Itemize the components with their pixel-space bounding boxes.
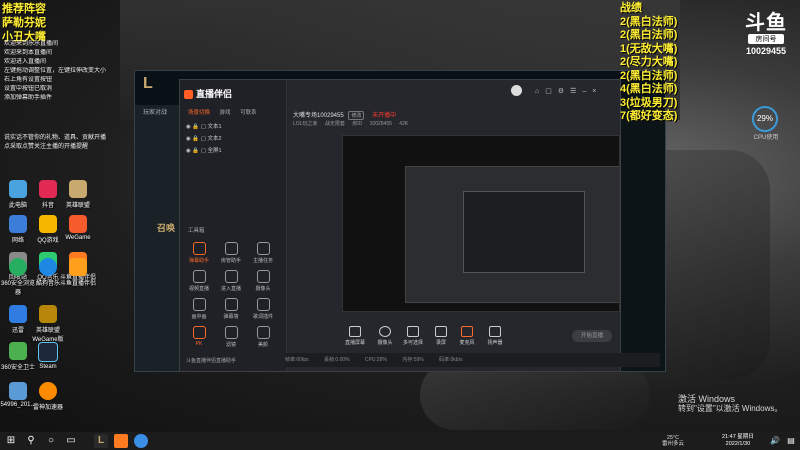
camera-icon — [379, 326, 391, 337]
taskbar-douyu-icon[interactable] — [114, 434, 128, 448]
douyu-stream-assistant-window[interactable]: 直播伴侣 场景切换 游戏 可联系 ◉ 🔒 ▢ 文本1 ◉ 🔒 ▢ 文本2 ◉ 🔒… — [179, 79, 621, 372]
edit-title-button[interactable]: 修改 — [348, 111, 365, 120]
taskbar-browser-icon[interactable] — [134, 434, 148, 448]
room-id: 10029455 — [745, 46, 787, 56]
tool-filter[interactable]: 滤镜 — [216, 326, 246, 348]
source-screen[interactable]: 直播屏幕 — [340, 326, 370, 346]
screen-icon — [349, 326, 361, 337]
desktop-icon-steam[interactable]: Steam — [30, 342, 66, 370]
tool-lyrics[interactable]: 歌词插件 — [248, 298, 278, 320]
start-button[interactable]: ⊞ — [4, 434, 18, 448]
stream-status-strip: 帧率:60fps 丢帧:0.00% CPU:28% 内存:59% 码率:0kb/… — [285, 353, 660, 367]
volume-icon[interactable]: 🔊 — [768, 434, 782, 448]
taskbar-clock[interactable]: 21:47 星期日 2022/1/30 — [722, 434, 754, 448]
microphone-toggle[interactable]: 麦克风 — [452, 326, 482, 346]
camera-icon — [256, 270, 270, 283]
microphone-icon — [461, 326, 473, 337]
tool-danmu-wall[interactable]: 弹幕墙 — [216, 298, 246, 320]
tool-danmu-helper[interactable]: 弹幕助手 — [184, 242, 214, 264]
tool-host-task[interactable]: 主播任务 — [248, 242, 278, 264]
douyu-logo: 斗鱼 — [745, 12, 787, 34]
admin-icon — [224, 242, 238, 255]
tool-camera[interactable]: 摄像头 — [248, 270, 278, 292]
desktop-icon-lol-wegame[interactable]: 英雄联盟WeGame版 — [30, 305, 66, 343]
record-overlay: 战绩 2(黑白法师) 2(黑白法师) 1(无敌大嘴) 2(尽力大嘴) 2(黑白法… — [620, 2, 678, 122]
tool-video-live[interactable]: 视频直播 — [184, 270, 214, 292]
weather-widget[interactable]: 25°C 雷州多云 — [662, 435, 684, 447]
window-controls[interactable]: ⌂▢⚙☰–× — [535, 87, 602, 95]
tab-contact[interactable]: 可联系 — [240, 110, 257, 116]
scene-item[interactable]: ◉ 🔒 ▢ 全屏1 — [186, 146, 222, 154]
go-live-button[interactable]: 开始直播 — [572, 330, 612, 342]
speaker-icon — [489, 326, 501, 337]
multi-icon — [407, 326, 419, 337]
tool-pip[interactable]: 画中画 — [184, 298, 214, 320]
stream-left-panel: 直播伴侣 场景切换 游戏 可联系 ◉ 🔒 ▢ 文本1 ◉ 🔒 ▢ 文本2 ◉ 🔒… — [180, 80, 287, 371]
rules-notes: 说实话不管你的礼物、道具、贡献开播 点采取点赞关注主播的开播提醒 — [4, 135, 107, 150]
task-view-icon[interactable]: ▭ — [64, 434, 78, 448]
desktop-icon-wegame[interactable]: WeGame — [60, 215, 96, 241]
room-number-tag: 房间号 — [748, 34, 784, 44]
toolbox-title: 工具箱 — [188, 228, 205, 234]
cpu-gauge: 29% — [752, 106, 778, 132]
desktop-icon-lol[interactable]: 英雄联盟 — [60, 180, 96, 209]
source-camera[interactable]: 摄像头 — [370, 326, 400, 346]
notification-icon[interactable]: ▤ — [784, 434, 798, 448]
record-icon — [435, 326, 447, 337]
live-status: 未开播中 — [372, 113, 397, 119]
filter-icon — [224, 326, 238, 339]
tab-game[interactable]: 游戏 — [220, 110, 231, 116]
video-icon — [192, 270, 206, 283]
task-icon — [256, 242, 270, 255]
scene-item[interactable]: ◉ 🔒 ▢ 文本2 — [186, 134, 222, 142]
stream-brand: 直播伴侣 — [184, 87, 232, 100]
pk-icon — [192, 326, 206, 339]
desktop-icon-leishen[interactable]: 雷神加速器 — [30, 382, 66, 411]
scene-item[interactable]: ◉ 🔒 ▢ 文本1 — [186, 122, 222, 130]
danmu-icon — [192, 242, 206, 255]
speaker-toggle[interactable]: 扬声器 — [480, 326, 510, 346]
scene-tabs: 场景切换 游戏 可联系 — [188, 108, 265, 116]
wall-icon — [224, 298, 238, 311]
taskbar-lol-icon[interactable]: L — [94, 434, 108, 448]
lineup-overlay: 推荐阵容 萨勒芬妮 小丑大嘴 — [2, 3, 46, 43]
stream-preview[interactable] — [342, 135, 620, 312]
cortana-icon[interactable]: ○ — [44, 434, 58, 448]
taskbar: ⊞ ⚲ ○ ▭ L 25°C 雷州多云 21:47 星期日 2022/1/30 … — [0, 432, 800, 450]
beauty-icon — [256, 326, 270, 339]
douyu-watermark: 斗鱼 房间号 10029455 — [740, 12, 792, 56]
lol-summoner-text: 召唤 — [157, 223, 176, 233]
douyu-logo-icon — [184, 90, 193, 100]
room-meta: LOL玩之家 战无限套 房ID 10029455 42K — [293, 121, 409, 127]
tool-room-admin[interactable]: 房管助手 — [216, 242, 246, 264]
activate-windows-watermark: 激活 Windows 转到"设置"以激活 Windows。 — [678, 394, 783, 413]
download-icon — [224, 270, 238, 283]
search-icon[interactable]: ⚲ — [24, 434, 38, 448]
tool-enter-live[interactable]: 进入直播 — [216, 270, 246, 292]
cpu-label: CPU使用 — [753, 135, 779, 141]
lol-logo: L — [143, 75, 153, 92]
assistant-hint: 斗鱼直播伴侣直播助手 — [186, 358, 237, 364]
pip-icon — [192, 298, 206, 311]
avatar[interactable] — [511, 85, 522, 96]
preview-nested-window-2 — [463, 191, 585, 273]
tool-pk[interactable]: PK — [184, 326, 214, 347]
lyrics-icon — [256, 298, 270, 311]
room-title: 大嘴专场10029455 修改 未开播中 — [293, 111, 397, 120]
lol-tab-pvp[interactable]: 玩家对战 — [143, 107, 167, 116]
desktop-icon-douyu-assistant-2[interactable]: 斗鱼直播伴侣 — [60, 258, 96, 287]
tab-scene[interactable]: 场景切换 — [188, 110, 210, 116]
tool-beauty[interactable]: 美颜 — [248, 326, 278, 348]
source-multi[interactable]: 多可选择 — [398, 326, 428, 346]
welcome-notes: 欢迎来到乐乐直播间 欢迎来到本直播间 欢迎进入直播间 左键拖动调整位置，左键拉伸… — [4, 41, 107, 101]
